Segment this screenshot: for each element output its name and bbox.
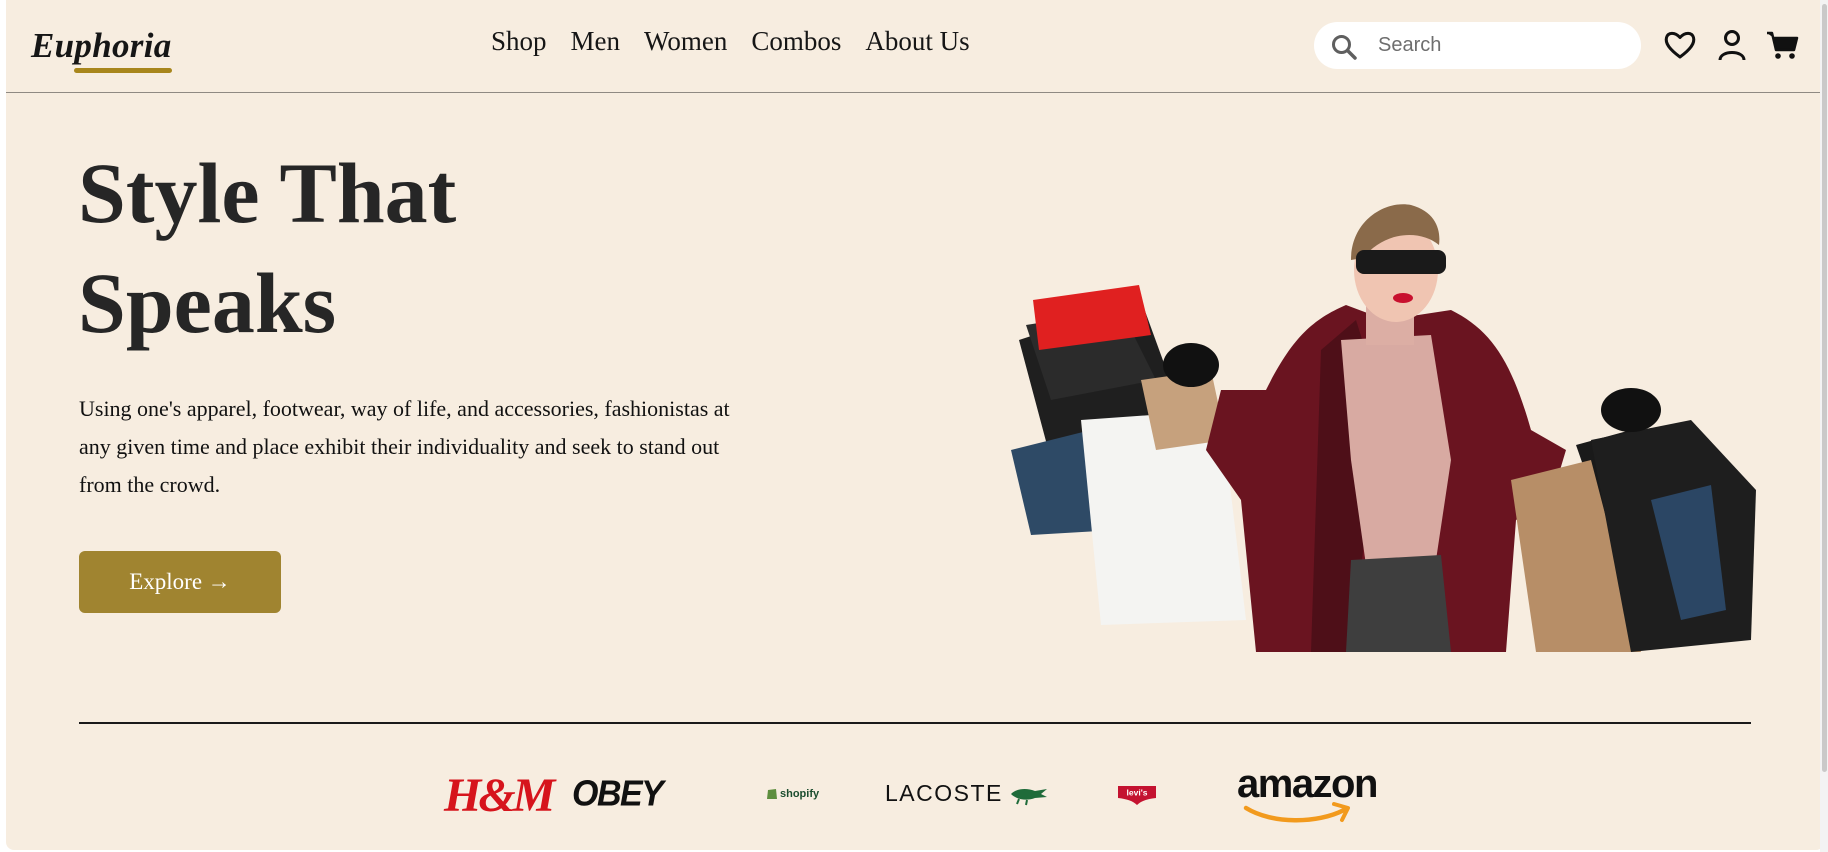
heart-icon[interactable] bbox=[1663, 28, 1697, 62]
search-box[interactable] bbox=[1314, 22, 1641, 69]
nav-combos[interactable]: Combos bbox=[751, 26, 841, 57]
brand-logo[interactable]: Euphoria bbox=[31, 26, 172, 66]
lacoste-wordmark: LACOSTE bbox=[885, 780, 1003, 806]
levis-wordmark: levi's bbox=[1127, 788, 1148, 798]
nav-about-us[interactable]: About Us bbox=[865, 26, 969, 57]
brand-logo-obey: OBEY bbox=[572, 774, 664, 814]
site-header: Euphoria Shop Men Women Combos About Us bbox=[6, 0, 1824, 93]
nav-shop[interactable]: Shop bbox=[491, 26, 547, 57]
main-nav: Shop Men Women Combos About Us bbox=[491, 26, 970, 57]
nav-women[interactable]: Women bbox=[644, 26, 727, 57]
user-icon[interactable] bbox=[1715, 28, 1749, 62]
hero-model-image bbox=[1011, 204, 1756, 652]
hero-title-line1: Style That bbox=[78, 145, 457, 241]
landing-page: Euphoria Shop Men Women Combos About Us bbox=[6, 0, 1824, 850]
logo-underline bbox=[74, 68, 172, 73]
scrollbar-thumb[interactable] bbox=[1822, 4, 1827, 772]
crocodile-icon bbox=[1010, 788, 1047, 805]
section-divider bbox=[79, 722, 1751, 724]
search-icon bbox=[1332, 35, 1357, 60]
shopify-bag-icon bbox=[767, 789, 777, 799]
brand-logo-lacoste: LACOSTE bbox=[885, 780, 1049, 807]
brand-logo-hm: H&M bbox=[444, 769, 555, 822]
brand-logo-amazon: amazon bbox=[1232, 762, 1392, 824]
explore-button[interactable]: Explore → bbox=[79, 551, 281, 613]
hero-title-line2: Speaks bbox=[78, 255, 337, 351]
brand-logo-shopify: shopify bbox=[766, 787, 819, 800]
brand-logo-levis: levi's bbox=[1118, 786, 1156, 805]
shopify-wordmark: shopify bbox=[780, 787, 820, 800]
hero-description: Using one's apparel, footwear, way of li… bbox=[79, 396, 730, 497]
hero-title: Style That Speaks bbox=[78, 138, 678, 358]
search-input[interactable] bbox=[1378, 31, 1628, 59]
cart-icon[interactable] bbox=[1766, 28, 1800, 62]
nav-men[interactable]: Men bbox=[571, 26, 621, 57]
amazon-smile-icon bbox=[1243, 802, 1350, 823]
